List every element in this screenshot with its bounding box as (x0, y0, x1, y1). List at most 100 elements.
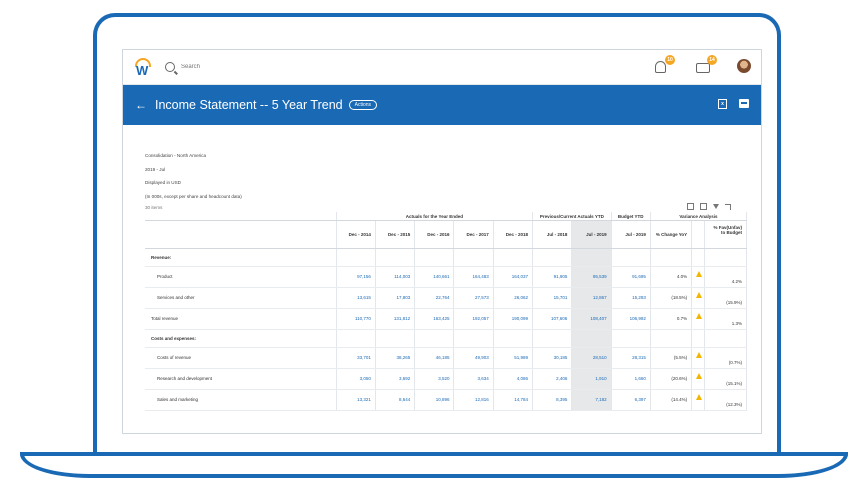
search-icon (165, 62, 175, 72)
cell-value (453, 248, 494, 267)
group-header-budget: Budget YTD (611, 212, 651, 221)
row-label: Services and other (145, 287, 337, 309)
cell-value[interactable]: 1,910 (571, 368, 612, 390)
cell-value[interactable]: 27,573 (453, 287, 494, 309)
notifications-button[interactable]: 10 (653, 55, 675, 74)
page-header: ← Income Statement -- 5 Year Trend Actio… (123, 85, 761, 125)
inbox-button[interactable]: 14 (695, 55, 717, 74)
cell-value[interactable]: 13,615 (336, 287, 376, 309)
cell-value[interactable]: 140,661 (414, 266, 455, 288)
col-header[interactable]: Dec - 2016 (414, 220, 455, 249)
cell-value[interactable]: 3,050 (336, 368, 376, 390)
cell-value (571, 248, 612, 267)
cell-value[interactable]: 46,185 (414, 347, 455, 369)
export-excel-icon[interactable]: x (718, 99, 727, 109)
cell-value[interactable]: 164,483 (453, 266, 494, 288)
cell-value[interactable]: 163,425 (414, 307, 455, 330)
col-header[interactable]: Dec - 2017 (453, 220, 494, 249)
cell-yoy: 0.7% (650, 307, 693, 330)
cell-value[interactable]: 1,660 (611, 368, 651, 390)
col-header[interactable]: Dec - 2018 (493, 220, 534, 249)
cell-value[interactable]: 114,003 (375, 266, 416, 288)
cell-value[interactable]: 12,867 (571, 287, 612, 309)
cell-value[interactable]: 8,644 (375, 389, 416, 411)
cell-value[interactable]: 190,099 (493, 307, 534, 330)
cell-fav-budget: 1.3% (704, 307, 748, 330)
cell-value[interactable]: 192,057 (453, 307, 494, 330)
col-header[interactable]: % Change YoY (650, 220, 693, 249)
group-header-blank (145, 212, 337, 221)
cell-value[interactable]: 28,510 (571, 347, 612, 369)
cell-value[interactable]: 17,803 (375, 287, 416, 309)
cell-warn (691, 266, 705, 288)
cell-value[interactable]: 15,701 (532, 287, 573, 309)
cell-value (375, 248, 416, 267)
inbox-icon (696, 63, 710, 73)
cell-value[interactable]: 28,315 (611, 347, 651, 369)
cell-value[interactable]: 6,397 (611, 389, 651, 411)
cell-value[interactable]: 2,406 (532, 368, 573, 390)
col-header[interactable]: % Fav(Unfav) to Budget (704, 220, 748, 249)
warning-icon (696, 351, 703, 358)
col-header[interactable]: Jul - 2018 (532, 220, 573, 249)
report-meta-organization: Consolidation - North America (145, 153, 207, 158)
cell-value[interactable]: 131,812 (375, 307, 416, 330)
cell-value[interactable]: 26,062 (493, 287, 534, 309)
report-meta-period: 2019 - Jul (145, 166, 166, 172)
avatar[interactable] (737, 59, 751, 73)
cell-value[interactable]: 49,903 (453, 347, 494, 369)
table-row: Product 97,156 114,003 140,661 164,483 164,03… (145, 266, 748, 288)
cell-value[interactable]: 30,185 (532, 347, 573, 369)
col-header[interactable]: Dec - 2015 (375, 220, 416, 249)
cell-value[interactable]: 110,770 (336, 307, 376, 330)
cell-value[interactable]: 13,321 (336, 389, 376, 411)
cell-value[interactable]: 91,695 (611, 266, 651, 288)
cell-value[interactable]: 8,395 (532, 389, 573, 411)
cell-value[interactable]: 33,701 (336, 347, 376, 369)
col-header[interactable]: Dec - 2014 (336, 220, 376, 249)
cell-value[interactable]: 91,905 (532, 266, 573, 288)
cell-value[interactable]: 38,265 (375, 347, 416, 369)
back-arrow-icon[interactable]: ← (135, 98, 147, 112)
cell-value[interactable]: 4,086 (493, 368, 534, 390)
cell-value[interactable]: 3,692 (375, 368, 416, 390)
cell-value[interactable]: 164,037 (493, 266, 534, 288)
table-row: Total revenue 110,770 131,812 163,425 192,05… (145, 307, 748, 330)
row-label: Revenue: (145, 248, 337, 267)
cell-yoy: 4.0% (650, 266, 693, 288)
filter-icon[interactable] (713, 204, 719, 210)
cell-value[interactable]: 51,989 (493, 347, 534, 369)
cell-value[interactable]: 15,293 (611, 287, 651, 309)
print-icon[interactable] (739, 99, 749, 108)
cell-value[interactable]: 3,520 (414, 368, 455, 390)
export-icon[interactable] (687, 203, 694, 211)
cell-fav-budget: (12.3%) (704, 389, 748, 411)
cell-fav-budget: (15.9%) (704, 287, 748, 309)
income-statement-table: Actuals for the Year Ended Previous/Curr… (145, 212, 748, 411)
cell-value[interactable]: 106,992 (611, 307, 651, 330)
cell-value[interactable]: 97,156 (336, 266, 376, 288)
cell-yoy: (14.4%) (650, 389, 693, 411)
cell-value[interactable]: 14,784 (493, 389, 534, 411)
cell-value[interactable]: 108,407 (571, 307, 612, 330)
cell-value[interactable]: 10,896 (414, 389, 455, 411)
col-header[interactable]: Jul - 2019 (611, 220, 651, 249)
cell-value (336, 329, 376, 348)
cell-value[interactable]: 7,182 (571, 389, 612, 411)
search-input[interactable] (181, 64, 301, 70)
actions-button[interactable]: Actions (348, 100, 378, 110)
cell-value[interactable]: 95,539 (571, 266, 612, 288)
cell-value[interactable]: 22,764 (414, 287, 455, 309)
columns-icon[interactable] (700, 203, 707, 211)
search-bar[interactable] (165, 62, 301, 72)
cell-value (375, 329, 416, 348)
cell-value[interactable]: 3,634 (453, 368, 494, 390)
col-header[interactable]: Jul - 2019 (571, 220, 612, 249)
row-label: Total revenue (145, 307, 337, 330)
cell-value (571, 329, 612, 348)
workday-logo-icon[interactable]: W (133, 57, 153, 78)
cell-value[interactable]: 107,606 (532, 307, 573, 330)
cell-value[interactable]: 12,816 (453, 389, 494, 411)
table-row: Research and development 3,050 3,692 3,520 3… (145, 368, 748, 390)
fullscreen-icon[interactable] (725, 203, 731, 210)
